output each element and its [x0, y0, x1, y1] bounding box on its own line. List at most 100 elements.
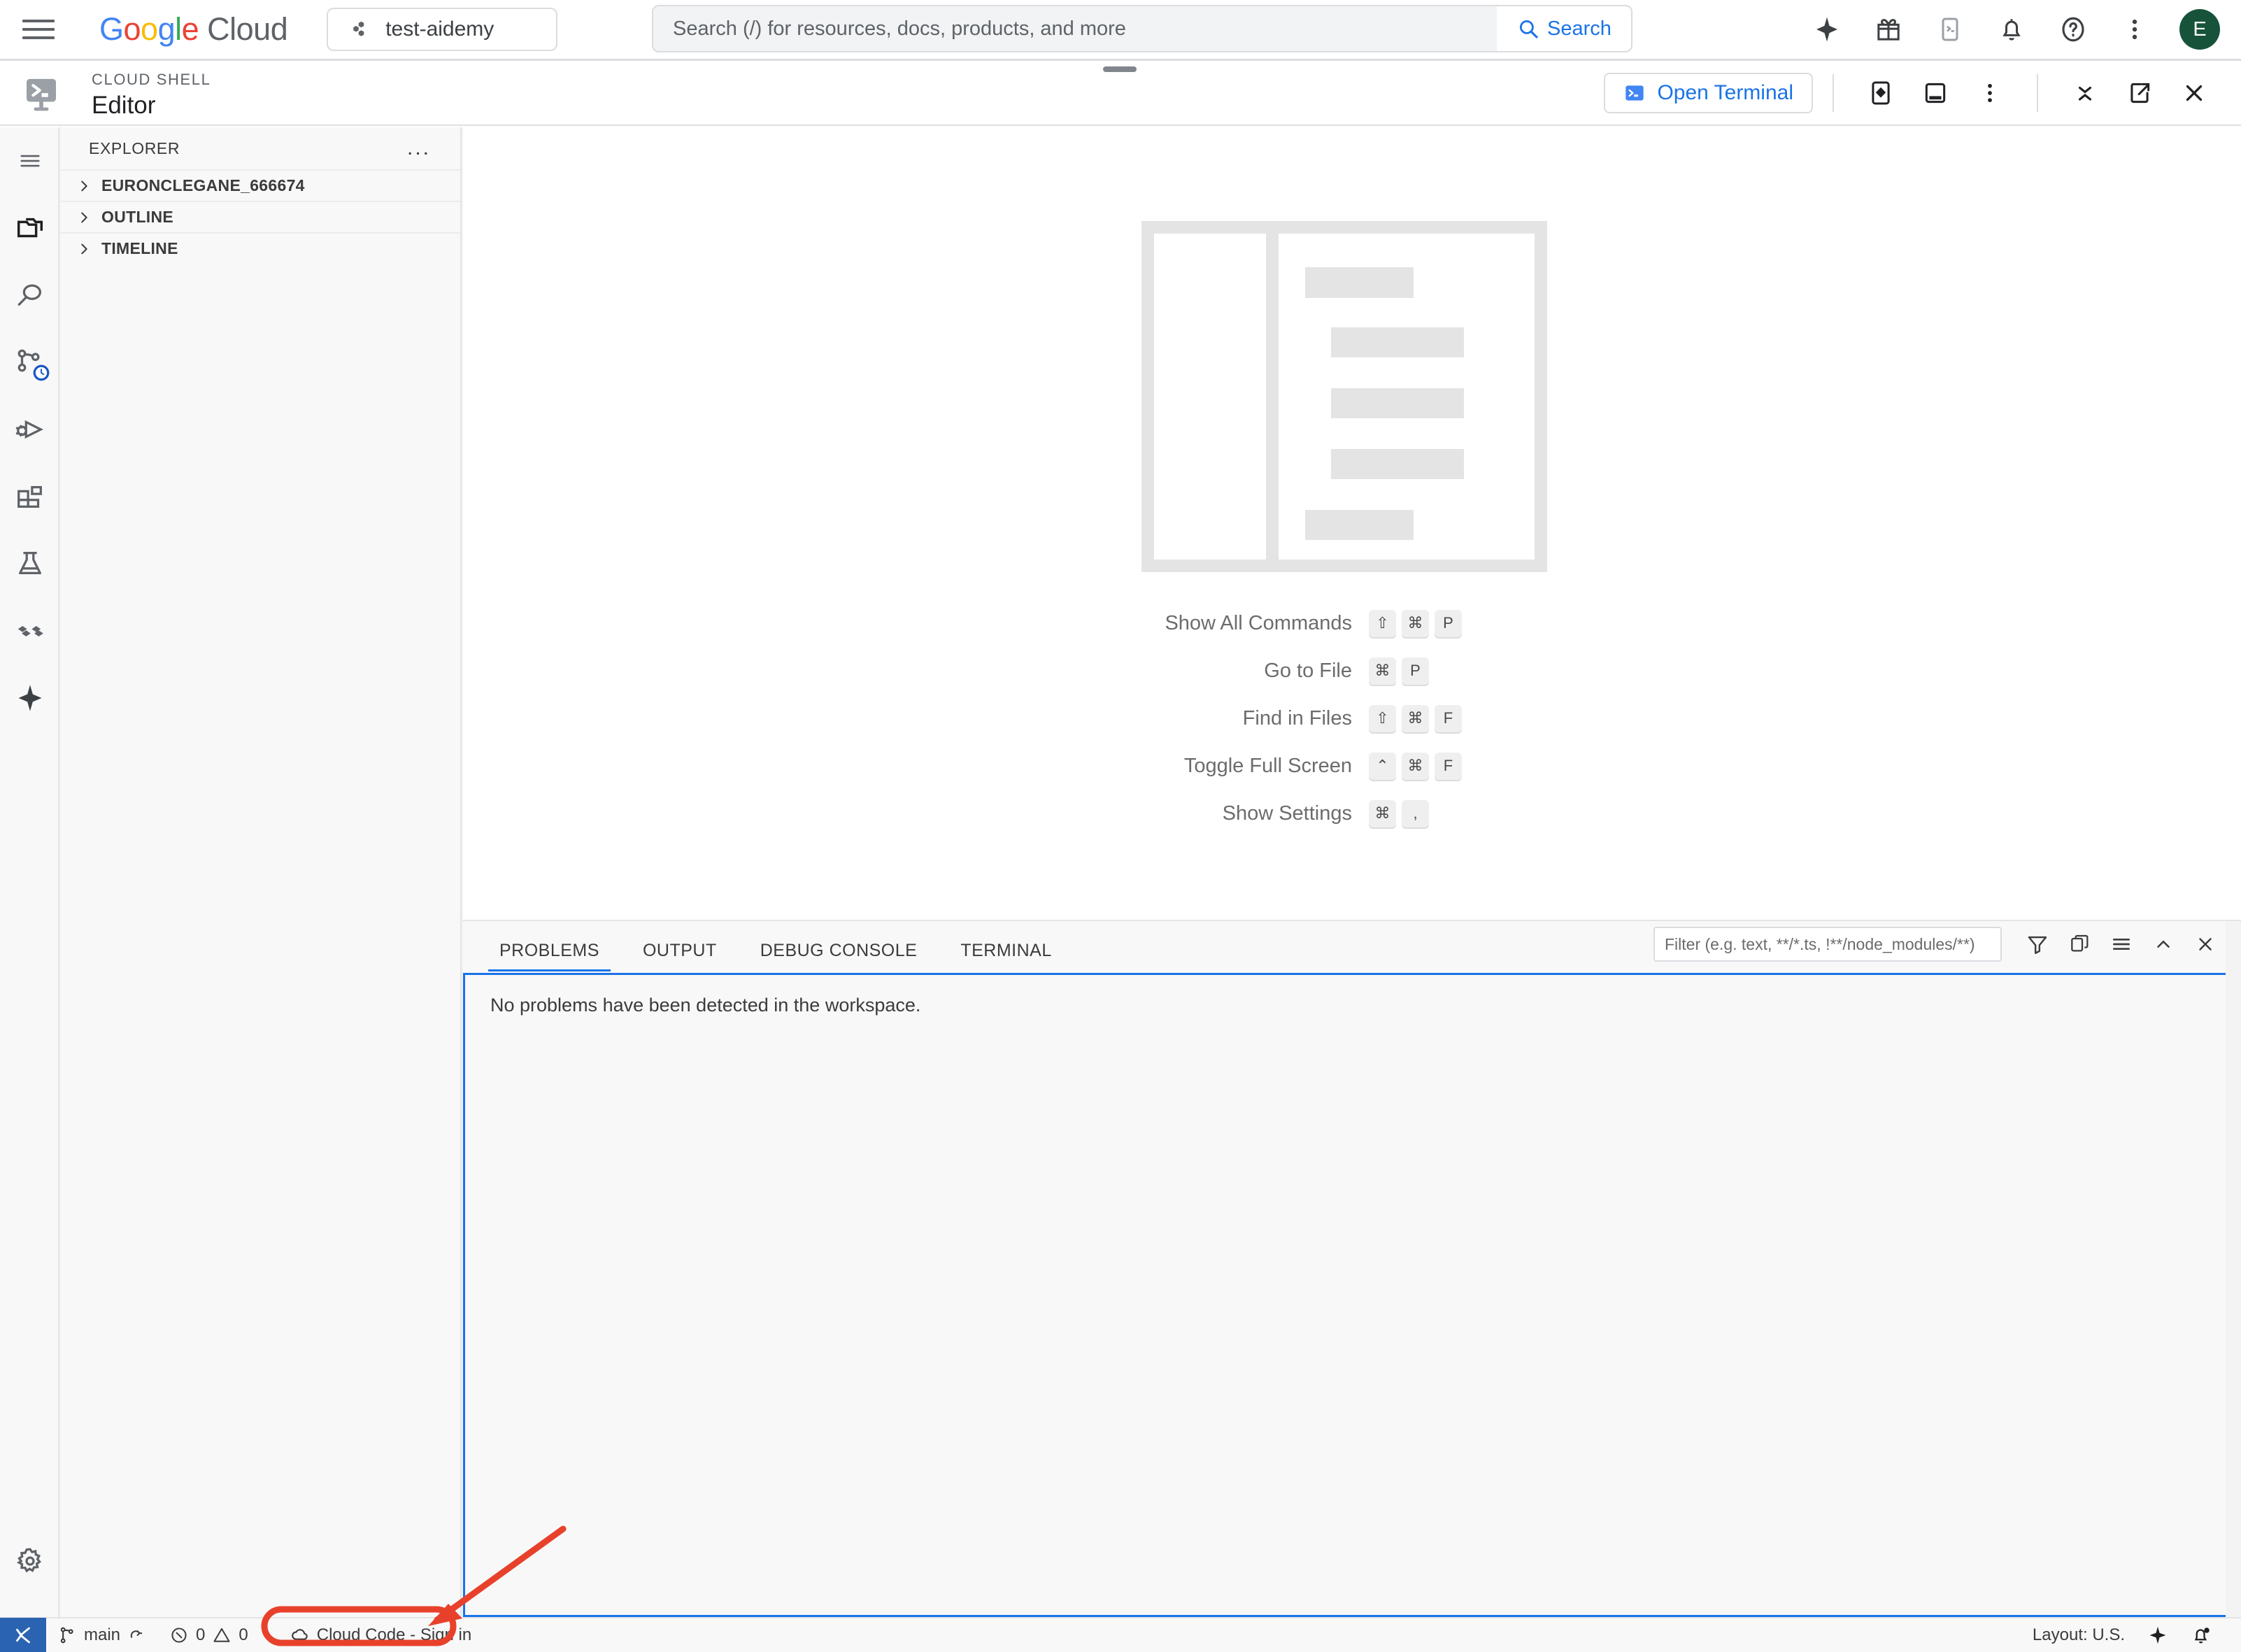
filter-input[interactable] — [1665, 934, 1991, 954]
gemini-code-assist-icon[interactable] — [0, 664, 59, 732]
explorer-title-bar: EXPLORER ... — [61, 127, 460, 169]
open-terminal-button[interactable]: Open Terminal — [1604, 72, 1813, 113]
testing-icon[interactable] — [0, 530, 59, 597]
explorer-sidebar: EXPLORER ... EURONCLEGANE_666674 OUTLINE… — [61, 127, 462, 1617]
remote-host-indicator[interactable] — [0, 1618, 46, 1652]
cloud-shell-icon[interactable] — [1933, 13, 1967, 46]
sidebar-item-workspace[interactable]: EURONCLEGANE_666674 — [61, 169, 460, 201]
chevron-right-icon — [81, 212, 87, 222]
pending-changes-badge-icon — [33, 364, 50, 381]
run-and-debug-icon[interactable] — [0, 396, 59, 463]
status-notifications[interactable] — [2179, 1618, 2223, 1652]
status-bar-right: Layout: U.S. — [2021, 1618, 2241, 1652]
explorer-title-label: EXPLORER — [89, 138, 180, 157]
status-bar: main 0 0 Cloud Code - Sign in Layout: U.… — [0, 1617, 2241, 1652]
menu-icon[interactable] — [0, 127, 59, 194]
panel-scrollbar[interactable] — [2226, 921, 2241, 1652]
cloud-shell-eyebrow: CLOUD SHELL — [92, 71, 211, 88]
collapse-all-icon[interactable] — [2104, 927, 2139, 962]
panel-drag-handle[interactable] — [1103, 66, 1137, 72]
panel-tab-strip: PROBLEMS OUTPUT DEBUG CONSOLE TERMINAL — [463, 921, 2241, 971]
search-icon — [1520, 20, 1538, 38]
extensions-icon[interactable] — [0, 463, 59, 530]
shortcut-keys: ⇧ ⌘ F — [1352, 704, 1691, 732]
cloud-shell-editor-icon — [27, 78, 56, 111]
open-terminal-label: Open Terminal — [1657, 80, 1793, 104]
chevron-right-icon — [81, 180, 87, 191]
global-search-box[interactable] — [652, 5, 1498, 52]
top-bar-right-icons: E — [1810, 0, 2220, 59]
notifications-bell-dot-icon — [2194, 1628, 2210, 1644]
shortcut-label: Go to File — [1264, 659, 1352, 682]
google-cloud-logo[interactable]: Google Cloud — [99, 11, 288, 48]
shortcut-label: Show Settings — [1222, 802, 1352, 825]
sidebar-item-timeline[interactable]: TIMELINE — [61, 232, 460, 264]
tab-terminal[interactable]: TERMINAL — [949, 941, 1062, 971]
shortcut-keys: ⇧ ⌘ P — [1352, 609, 1691, 637]
search-button-label: Search — [1547, 17, 1612, 40]
explorer-icon[interactable] — [0, 194, 59, 262]
shortcut-keys: ⌘ P — [1352, 657, 1691, 685]
close-icon[interactable] — [2175, 74, 2213, 112]
actions-divider — [1833, 73, 1834, 112]
placeholder-left-pane — [1154, 234, 1266, 560]
source-control-icon[interactable] — [0, 329, 59, 396]
cloud-code-icon[interactable] — [0, 597, 59, 664]
avatar[interactable]: E — [2179, 9, 2220, 50]
gift-icon[interactable] — [1872, 13, 1905, 46]
kbd-key: ⌘ — [1402, 752, 1429, 780]
gemini-sparkle-icon[interactable] — [1810, 13, 1844, 46]
sync-changes-icon — [130, 1630, 143, 1638]
more-options-icon[interactable] — [1971, 74, 2009, 112]
shortcut-row: Toggle Full Screen ⌃ ⌘ F — [463, 742, 2241, 790]
branch-label: main — [84, 1625, 121, 1644]
status-gemini[interactable] — [2136, 1618, 2179, 1652]
status-keyboard-layout[interactable]: Layout: U.S. — [2021, 1618, 2136, 1652]
open-in-new-tab-icon[interactable] — [2121, 74, 2158, 112]
explorer-more-actions-icon[interactable]: ... — [407, 138, 431, 159]
search-button[interactable]: Search — [1497, 5, 1632, 52]
filter-icon[interactable] — [2020, 927, 2055, 962]
view-as-table-icon[interactable] — [2062, 927, 2097, 962]
status-cloud-code-signin[interactable]: Cloud Code - Sign in — [278, 1618, 483, 1652]
sidebar-item-label: OUTLINE — [101, 208, 174, 226]
hamburger-menu-icon[interactable] — [22, 16, 55, 43]
kbd-key: P — [1435, 609, 1462, 637]
sidebar-item-label: EURONCLEGANE_666674 — [101, 176, 305, 194]
tab-output[interactable]: OUTPUT — [632, 941, 728, 971]
sidebar-item-label: TIMELINE — [101, 239, 178, 257]
tab-debug-console[interactable]: DEBUG CONSOLE — [749, 941, 929, 971]
sidebar-item-outline[interactable]: OUTLINE — [61, 201, 460, 232]
kbd-key: P — [1402, 657, 1429, 685]
problems-empty-message: No problems have been detected in the wo… — [490, 995, 921, 1016]
cloud-shell-header: CLOUD SHELL Editor Open Terminal — [0, 61, 2241, 126]
logo-cloud-word: Cloud — [207, 11, 288, 47]
kbd-key: ⌘ — [1402, 704, 1429, 732]
cloud-shell-actions: Open Terminal — [1604, 61, 2221, 124]
status-problems[interactable]: 0 0 — [158, 1618, 259, 1652]
search-icon[interactable] — [0, 262, 59, 329]
actions-divider-2 — [2037, 73, 2038, 112]
shortcut-label: Toggle Full Screen — [1183, 754, 1352, 777]
avatar-initial: E — [2193, 17, 2207, 41]
search-input[interactable] — [653, 17, 1497, 41]
status-branch[interactable]: main — [46, 1618, 158, 1652]
more-options-icon[interactable] — [2118, 13, 2151, 46]
close-panel-icon[interactable] — [2188, 927, 2223, 962]
project-selector-icon — [353, 21, 364, 36]
shortcut-keys: ⌃ ⌘ F — [1352, 752, 1691, 780]
maximize-panel-icon[interactable] — [2146, 927, 2181, 962]
manage-settings-gear-icon[interactable] — [0, 1528, 59, 1595]
preview-icon[interactable] — [1862, 74, 1900, 112]
minimize-icon[interactable] — [2066, 74, 2104, 112]
help-icon[interactable] — [2056, 13, 2090, 46]
problems-filter-box[interactable] — [1653, 927, 2002, 962]
project-selector-chip[interactable]: test-aidemy — [327, 8, 558, 51]
notifications-bell-icon[interactable] — [1995, 13, 2028, 46]
kbd-key: ⌘ — [1402, 609, 1429, 637]
shortcut-row: Show Settings ⌘ , — [463, 790, 2241, 837]
tab-problems[interactable]: PROBLEMS — [488, 941, 611, 971]
error-count: 0 — [196, 1625, 206, 1644]
new-window-icon[interactable] — [1916, 74, 1954, 112]
problems-panel-body[interactable]: No problems have been detected in the wo… — [463, 973, 2238, 1617]
